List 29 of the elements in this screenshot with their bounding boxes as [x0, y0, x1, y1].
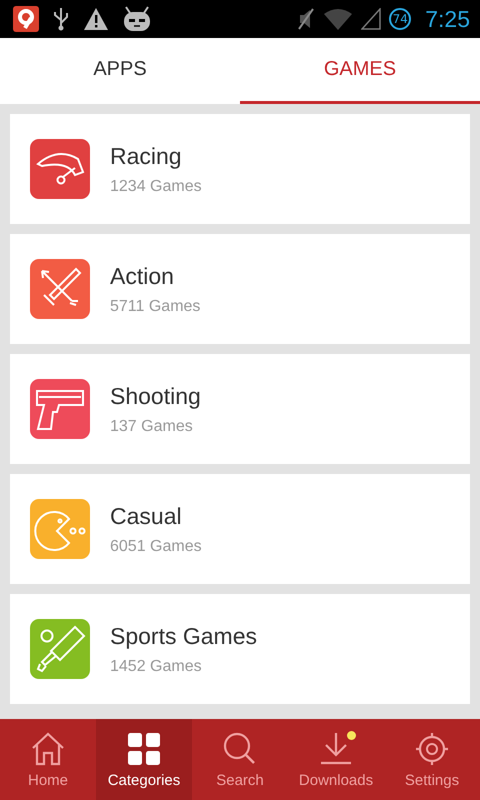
grid-icon — [126, 730, 162, 766]
home-icon — [30, 730, 66, 766]
muted-speaker-icon — [297, 7, 316, 31]
category-name: Action — [110, 262, 175, 290]
category-card[interactable]: Sports Games 1452 Games — [10, 594, 470, 704]
app-notification-icon — [13, 6, 39, 32]
category-name: Sports Games — [110, 622, 257, 650]
nav-tab[interactable]: Categories — [96, 719, 192, 800]
category-card[interactable]: Casual 6051 Games — [10, 474, 470, 584]
settings-icon — [414, 730, 450, 766]
category-card[interactable]: Action 5711 Games — [10, 234, 470, 344]
category-card[interactable]: Racing 1234 Games — [10, 114, 470, 224]
download-icon — [318, 730, 354, 766]
battery-level: 74 — [389, 8, 412, 30]
game-count: 137 Games — [110, 418, 194, 436]
warning-icon — [83, 7, 109, 31]
category-name: Casual — [110, 502, 183, 530]
usb-icon — [53, 6, 69, 32]
signal-icon — [361, 8, 382, 30]
category-card[interactable]: Shooting 137 Games — [10, 354, 470, 464]
wifi-icon — [323, 8, 354, 30]
category-name: Shooting — [110, 382, 201, 410]
category-name: Racing — [110, 142, 183, 170]
game-count: 6051 Games — [110, 538, 202, 556]
clock-time: 7:25 — [425, 6, 470, 32]
robot-face-icon — [123, 6, 151, 32]
game-count: 1452 Games — [110, 658, 203, 676]
game-count: 5711 Games — [110, 298, 200, 316]
game-count: 1234 Games — [110, 178, 202, 196]
